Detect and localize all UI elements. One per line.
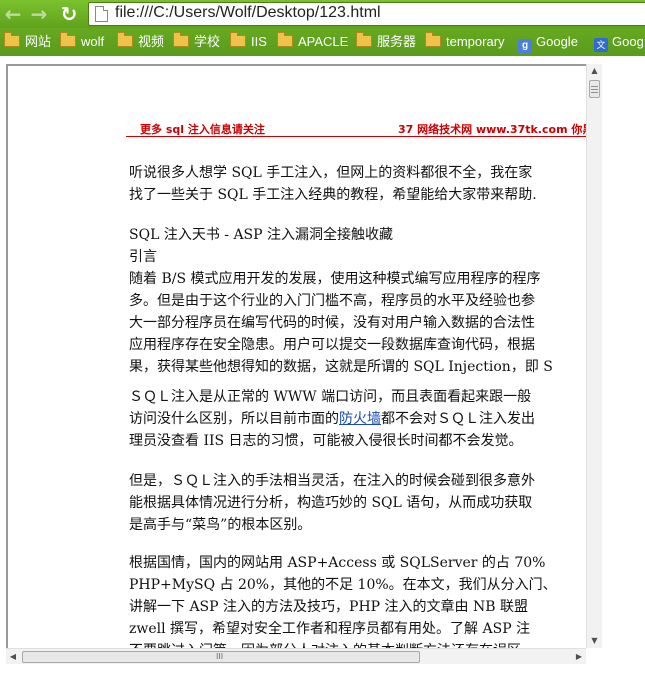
text-line: 不要跳过入门篇，因为部分人对注入的基本判断方法还存在误区 <box>129 640 557 648</box>
bookmark-label: 学校 <box>194 34 221 49</box>
paragraph-3: 但是，ＳＱＬ注入的手法相当灵活，在注入的时候会碰到很多意外 能根据具体情况进行分… <box>129 470 535 536</box>
text-line: 根据国情，国内的网站用 ASP+Access 或 SQLServer 的占 70… <box>129 555 546 571</box>
text-line: 应用程序存在安全隐患。用户可以提交一段数据库查询代码，根据 <box>129 337 535 353</box>
text-line: 能根据具体情况进行分析，构造巧妙的 SQL 语句，从而成功获取 <box>129 495 533 511</box>
google-translate-icon: 文 <box>594 38 608 52</box>
text-line: 访问没什么区别，所以目前市面的防火墙都不会对ＳＱＬ注入发出 <box>129 408 535 430</box>
folder-icon <box>117 32 133 47</box>
paragraph-4: 根据国情，国内的网站用 ASP+Access 或 SQLServer 的占 70… <box>129 552 557 648</box>
scroll-grip-icon: III <box>216 652 224 661</box>
text-line: 果，获得某些他想得知的数据，这就是所谓的 SQL Injection，即 S <box>129 359 553 375</box>
section-heading: SQL 注入天书 - ASP 注入漏洞全接触收藏 引言 随着 B/S 模式应用开… <box>129 224 553 378</box>
text-line: 找了一些关于 SQL 手工注入经典的教程，希望能给大家带来帮助. <box>129 187 537 203</box>
folder-icon <box>4 32 20 47</box>
scroll-right-icon[interactable]: ▶ <box>572 649 586 664</box>
folder-icon <box>425 32 441 47</box>
text-line: 听说很多人想学 SQL 手工注入，但网上的资料都很不全，我在家 <box>129 165 533 181</box>
scroll-left-icon[interactable]: ◀ <box>6 649 20 664</box>
folder-icon <box>173 32 189 47</box>
text-line: 讲解一下 ASP 注入的方法及技巧，PHP 注入的文章由 NB 联盟 <box>129 599 528 615</box>
bookmark-服务器[interactable]: 服务器 <box>356 32 417 51</box>
text-line: 理员没查看 IIS 日志的习惯，可能被入侵很长时间都不会发觉。 <box>129 433 523 449</box>
text-span: 访问没什么区别，所以目前市面的 <box>129 411 339 427</box>
address-url[interactable]: file:///C:/Users/Wolf/Desktop/123.html <box>115 4 381 22</box>
text-line: 多。但是由于这个行业的入门门槛不高，程序员的水平及经验也参 <box>129 293 535 309</box>
page-frame: 更多 sql 注入信息请关注 37 网络技术网 www.37tk.com 你黑 … <box>0 56 645 689</box>
text-line: PHP+MySQ 占 20%，其他的不足 10%。在本文，我们从分入门、 <box>129 577 557 593</box>
bookmark-学校[interactable]: 学校 <box>173 32 221 51</box>
text-line: 是高手与“菜鸟”的根本区别。 <box>129 517 312 533</box>
bookmark-label: 服务器 <box>377 34 417 49</box>
browser-toolbar: ← → ↻ file:///C:/Users/Wolf/Desktop/123.… <box>0 0 645 28</box>
google-icon: g <box>518 39 532 53</box>
back-arrow-icon[interactable]: ← <box>3 4 23 24</box>
vertical-scroll-thumb[interactable] <box>589 80 600 98</box>
page-viewport[interactable]: 更多 sql 注入信息请关注 37 网络技术网 www.37tk.com 你黑 … <box>6 64 586 648</box>
subheading: 引言 <box>129 249 157 265</box>
folder-icon <box>277 32 293 47</box>
bookmark-apacle[interactable]: APACLE <box>277 32 349 51</box>
scroll-down-icon[interactable]: ▼ <box>587 634 602 648</box>
text-line: ＳＱＬ注入是从正常的 WWW 端口访问，而且表面看起来跟一般 <box>129 389 532 405</box>
paragraph-2: ＳＱＬ注入是从正常的 WWW 端口访问，而且表面看起来跟一般 访问没什么区别，所… <box>129 386 535 452</box>
bookmark-label: 视频 <box>138 34 165 49</box>
text-span: 都不会对ＳＱＬ注入发出 <box>381 411 535 427</box>
bookmark-label: IIS <box>251 34 267 49</box>
text-line: 但是，ＳＱＬ注入的手法相当灵活，在注入的时候会碰到很多意外 <box>129 473 535 489</box>
bookmark-网站[interactable]: 网站 <box>4 32 52 51</box>
article-title: SQL 注入天书 - ASP 注入漏洞全接触收藏 <box>129 227 394 243</box>
bookmark-google[interactable]: g Google <box>518 33 578 53</box>
banner-right-text: 37 网络技术网 www.37tk.com 你黑 <box>398 123 586 136</box>
address-bar[interactable]: file:///C:/Users/Wolf/Desktop/123.html <box>88 2 645 26</box>
bookmarks-bar: 网站 wolf 视频 学校 IIS APACLE 服务器 temporary g… <box>0 28 645 56</box>
page-banner: 更多 sql 注入信息请关注 37 网络技术网 www.37tk.com 你黑 <box>126 119 586 137</box>
folder-icon <box>356 32 372 47</box>
bookmark-temporary[interactable]: temporary <box>425 32 505 51</box>
scroll-up-icon[interactable]: ▲ <box>587 64 602 78</box>
text-line: 随着 B/S 模式应用开发的发展，使用这种模式编写应用程序的程序 <box>129 271 541 287</box>
text-line: 大一部分程序员在编写代码的时候，没有对用户输入数据的合法性 <box>129 315 535 331</box>
bookmark-label: 网站 <box>25 34 52 49</box>
forward-arrow-icon[interactable]: → <box>29 4 49 24</box>
bookmark-label: wolf <box>81 34 105 49</box>
banner-left-text: 更多 sql 注入信息请关注 <box>140 123 265 136</box>
bookmark-label: APACLE <box>298 34 349 49</box>
bookmark-label: Goog <box>612 34 644 49</box>
vertical-scrollbar[interactable]: ▲ ▼ <box>586 64 602 648</box>
text-line: zwell 撰写，希望对安全工作者和程序员都有用处。了解 ASP 注 <box>129 621 531 637</box>
bookmark-google-translate[interactable]: 文 Goog <box>594 33 644 52</box>
reload-icon[interactable]: ↻ <box>59 4 79 24</box>
bookmark-label: Google <box>536 34 578 49</box>
horizontal-scroll-thumb[interactable]: III <box>22 651 420 663</box>
firewall-link[interactable]: 防火墙 <box>339 411 381 427</box>
folder-icon <box>60 32 76 47</box>
page-icon <box>95 6 108 22</box>
bookmark-label: temporary <box>446 34 505 49</box>
horizontal-scrollbar[interactable]: ◀ III ▶ <box>6 648 586 664</box>
intro-paragraph: 听说很多人想学 SQL 手工注入，但网上的资料都很不全，我在家 找了一些关于 S… <box>129 162 537 206</box>
bookmark-wolf[interactable]: wolf <box>60 32 105 51</box>
bookmark-iis[interactable]: IIS <box>230 32 267 51</box>
folder-icon <box>230 32 246 47</box>
bookmark-视频[interactable]: 视频 <box>117 32 165 51</box>
